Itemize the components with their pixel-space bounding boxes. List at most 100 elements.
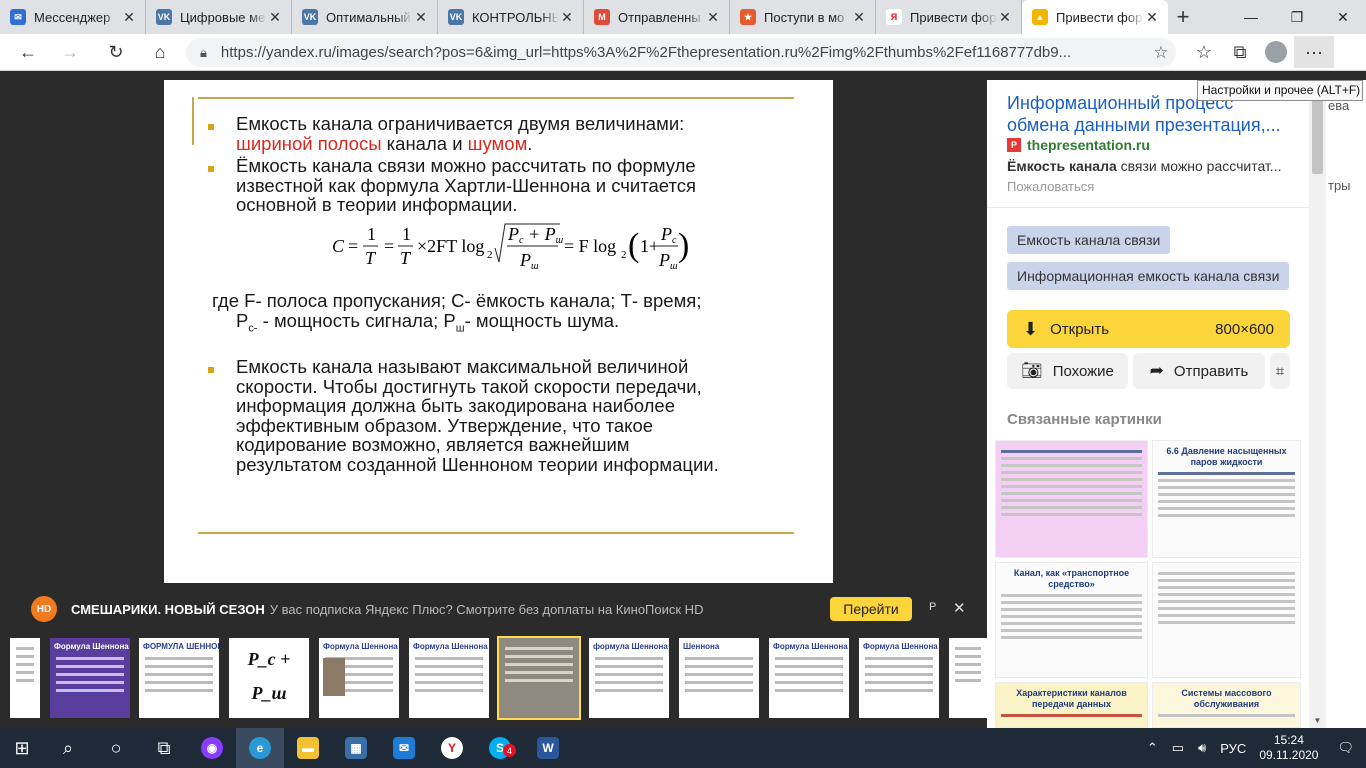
- scroll-thumb[interactable]: [1312, 100, 1323, 174]
- svg-text:2: 2: [621, 249, 627, 261]
- filmstrip-thumbnail[interactable]: [949, 638, 987, 718]
- browser-tab[interactable]: VK Цифровые ме ✕: [146, 0, 292, 34]
- address-bar[interactable]: 🔒︎ https://yandex.ru/images/search?pos=6…: [186, 38, 1176, 67]
- thumbnail-title: Формула Шеннона: [54, 642, 129, 651]
- collections-icon[interactable]: ⧉: [1222, 36, 1258, 68]
- related-image[interactable]: Характеристики каналов передачи данных: [995, 682, 1148, 728]
- clock[interactable]: 15:24 09.11.2020: [1259, 733, 1318, 763]
- tab-close-icon[interactable]: ✕: [997, 9, 1013, 26]
- edge-icon[interactable]: e: [236, 728, 284, 768]
- notifications-icon[interactable]: 🗨︎: [1337, 740, 1354, 756]
- avatar[interactable]: [1265, 41, 1287, 63]
- tab-title: Мессенджер: [34, 9, 111, 25]
- filmstrip-thumbnail[interactable]: [497, 636, 581, 720]
- skype-icon[interactable]: S4: [476, 728, 524, 768]
- tray-chevron-icon[interactable]: ⌃: [1147, 740, 1158, 756]
- vk-icon: VK: [302, 9, 318, 25]
- complain-link[interactable]: Пожаловаться: [1007, 179, 1094, 194]
- related-image[interactable]: Системы массового обслуживания: [1152, 682, 1301, 728]
- url-text[interactable]: https://yandex.ru/images/search?pos=6&im…: [221, 44, 1146, 61]
- browser-tab[interactable]: ▲ Привести фор ✕: [1022, 0, 1168, 34]
- filmstrip-thumbnail[interactable]: ФОРМУЛА ШЕННОНА: [139, 638, 219, 718]
- tab-strip: ✉ Мессенджер ✕ VK Цифровые ме ✕ VK Оптимальный ✕…: [0, 0, 1366, 34]
- share-button[interactable]: ➦ Отправить: [1133, 353, 1265, 389]
- filmstrip-thumbnail[interactable]: P_c + P_ш P_ш: [229, 638, 309, 718]
- tab-close-icon[interactable]: ✕: [413, 9, 429, 26]
- browser-tab[interactable]: ★ Поступи в мо ✕: [730, 0, 876, 34]
- slide-bullet: [208, 367, 214, 373]
- filmstrip-thumbnail[interactable]: Формула Шеннона: [769, 638, 849, 718]
- tab-close-icon[interactable]: ✕: [1144, 9, 1160, 26]
- new-tab-button[interactable]: +: [1168, 0, 1198, 34]
- crop-icon: ⌗: [1275, 362, 1285, 380]
- tab-close-icon[interactable]: ✕: [851, 9, 867, 26]
- similar-button[interactable]: 📷︎ Похожие: [1007, 353, 1128, 389]
- promo-close-icon[interactable]: ✕: [953, 599, 966, 617]
- related-image[interactable]: [995, 440, 1148, 558]
- yandex-browser-icon[interactable]: Y: [428, 728, 476, 768]
- tab-close-icon[interactable]: ✕: [267, 9, 283, 26]
- open-image-button[interactable]: ⬇ Открыть 800×600: [1007, 310, 1290, 348]
- browser-tab[interactable]: VK КОНТРОЛЬНЫ ✕: [438, 0, 584, 34]
- related-image[interactable]: 6.6 Давление насыщенных паров жидкости: [1152, 440, 1301, 558]
- mail-icon[interactable]: ✉: [380, 728, 428, 768]
- tab-title: Поступи в мо: [764, 9, 845, 25]
- close-window-button[interactable]: ✕: [1320, 0, 1366, 34]
- windows-start-icon[interactable]: ⊞: [0, 728, 44, 768]
- crop-button[interactable]: ⌗: [1270, 353, 1290, 389]
- word-icon[interactable]: W: [524, 728, 572, 768]
- filmstrip-thumbnail[interactable]: Формула Шеннона: [319, 638, 399, 718]
- slide-bottom-line: [198, 532, 794, 534]
- source-link[interactable]: P thepresentation.ru: [1007, 137, 1150, 153]
- browser-tab[interactable]: ✉ Мессенджер ✕: [0, 0, 146, 34]
- filmstrip-thumbnail[interactable]: Формула Шеннона: [859, 638, 939, 718]
- browser-tab[interactable]: VK Оптимальный ✕: [292, 0, 438, 34]
- related-image[interactable]: Канал, как «транспортное средство»: [995, 562, 1148, 678]
- favorite-star-icon[interactable]: ☆: [1146, 43, 1176, 63]
- cortana-icon[interactable]: ○: [92, 728, 140, 768]
- promo-title[interactable]: СМЕШАРИКИ. НОВЫЙ СЕЗОН: [71, 602, 265, 617]
- browser-tab[interactable]: M Отправленны ✕: [584, 0, 730, 34]
- favorites-icon[interactable]: ☆: [1186, 36, 1222, 68]
- panel-scrollbar[interactable]: ▲ ▼: [1309, 80, 1326, 728]
- svg-text:T: T: [400, 248, 412, 268]
- back-button[interactable]: ←: [10, 36, 46, 68]
- network-icon[interactable]: ▭: [1172, 740, 1184, 756]
- svg-text:1: 1: [367, 224, 376, 244]
- image-viewer: Емкость канала ограничивается двумя вели…: [10, 80, 987, 728]
- svg-text:T: T: [365, 248, 377, 268]
- slide-image[interactable]: Емкость канала ограничивается двумя вели…: [164, 80, 833, 583]
- browser-tab[interactable]: Я Привести фор ✕: [876, 0, 1022, 34]
- minimize-button[interactable]: —: [1228, 0, 1274, 34]
- vk-icon: VK: [156, 9, 172, 25]
- file-explorer-icon[interactable]: ▬: [284, 728, 332, 768]
- promo-bar: HD СМЕШАРИКИ. НОВЫЙ СЕЗОН У вас подписка…: [20, 595, 980, 623]
- task-view-icon[interactable]: ⧉: [140, 728, 188, 768]
- search-icon[interactable]: ⌕: [44, 728, 92, 768]
- tab-close-icon[interactable]: ✕: [559, 9, 575, 26]
- filmstrip-thumbnail[interactable]: Шеннона: [679, 638, 759, 718]
- tag-chip[interactable]: Информационная емкость канала связи: [1007, 262, 1290, 290]
- related-images-grid: 6.6 Давление насыщенных паров жидкости К…: [995, 440, 1301, 728]
- scroll-down-icon[interactable]: ▼: [1309, 712, 1326, 728]
- reload-button[interactable]: ↻: [98, 36, 134, 68]
- store-icon[interactable]: ▦: [332, 728, 380, 768]
- filmstrip-thumbnail[interactable]: [10, 638, 40, 718]
- alice-icon[interactable]: ◉: [188, 728, 236, 768]
- language-indicator[interactable]: РУС: [1220, 741, 1246, 756]
- tag-chip[interactable]: Емкость канала связи: [1007, 226, 1171, 254]
- related-image[interactable]: [1152, 562, 1301, 678]
- volume-icon[interactable]: 🔊︎: [1198, 740, 1206, 756]
- maximize-button[interactable]: ❐: [1274, 0, 1320, 34]
- forward-button[interactable]: →: [52, 36, 88, 68]
- filmstrip-thumbnail[interactable]: Формула Шеннона: [409, 638, 489, 718]
- filmstrip-thumbnail[interactable]: Формула Шеннона: [50, 638, 130, 718]
- promo-go-button[interactable]: Перейти: [830, 597, 912, 621]
- filmstrip-thumbnail[interactable]: формула Шеннона: [589, 638, 669, 718]
- tab-title: Отправленны: [618, 9, 701, 25]
- formula-fragment: P_ш: [233, 710, 305, 718]
- tab-close-icon[interactable]: ✕: [705, 9, 721, 26]
- tab-close-icon[interactable]: ✕: [121, 9, 137, 26]
- settings-menu-button[interactable]: ···: [1294, 36, 1334, 68]
- home-button[interactable]: ⌂: [142, 36, 178, 68]
